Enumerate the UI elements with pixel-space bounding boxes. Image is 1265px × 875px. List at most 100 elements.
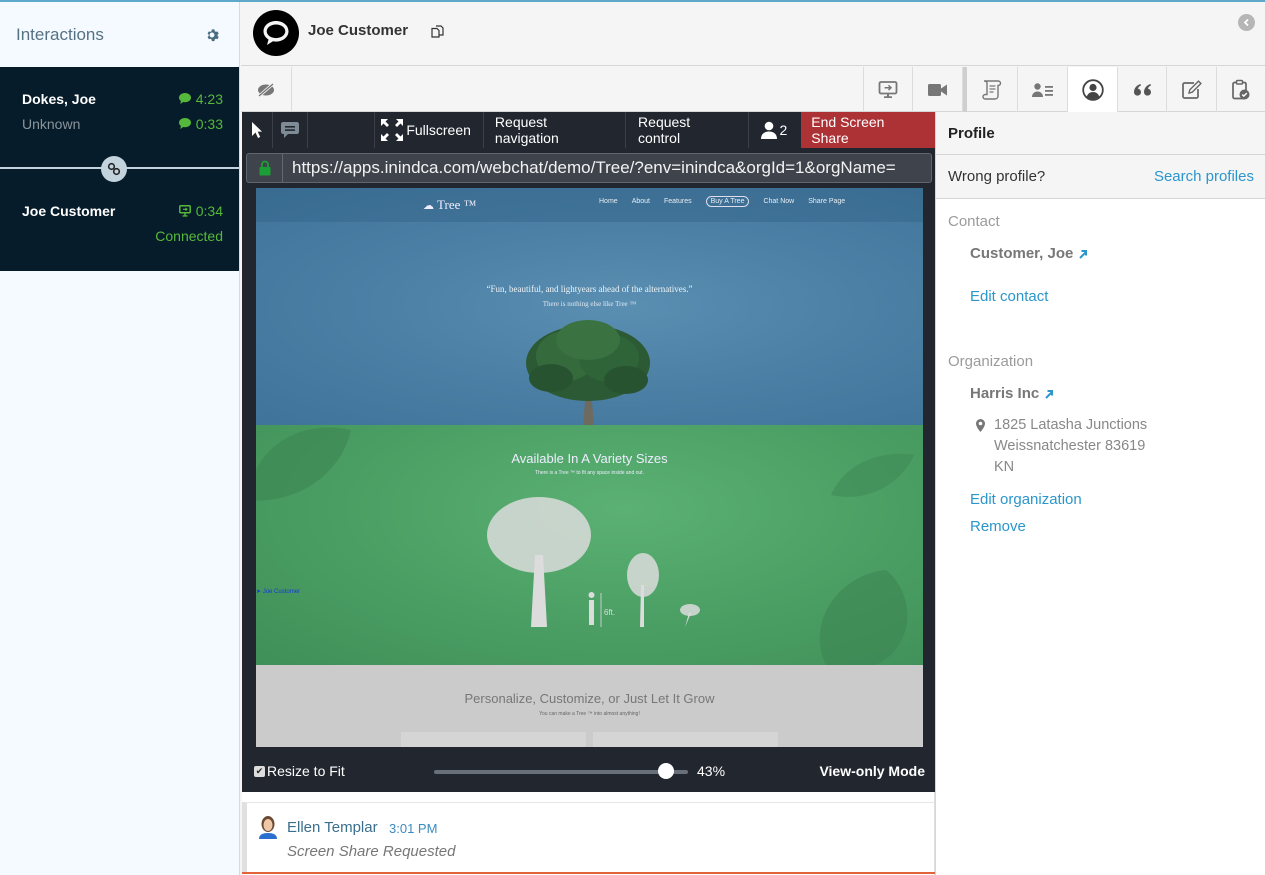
screen-share-button[interactable] — [863, 67, 913, 112]
link-icon[interactable] — [101, 156, 127, 182]
gear-icon[interactable] — [205, 28, 219, 42]
screen-share-footer: ✔ Resize to Fit 43% View-only Mode — [242, 747, 935, 792]
tree-illustration — [526, 320, 650, 428]
url-bar: https://apps.inindca.com/webchat/demo/Tr… — [246, 153, 932, 183]
resize-to-fit-label: Resize to Fit — [267, 763, 345, 779]
remove-organization-link[interactable]: Remove — [970, 518, 1026, 535]
shared-nav-link: Share Page — [808, 198, 846, 205]
shared-page-sizes-section: Available In A Variety Sizes There is a … — [256, 425, 923, 665]
sidebar-title: Interactions — [16, 24, 104, 44]
interaction-item-dokes-joe[interactable]: Dokes, Joe 4:23 Unknown 0:33 — [0, 67, 239, 168]
chevron-left-icon[interactable] — [1238, 14, 1255, 31]
interaction-item-joe-customer[interactable]: Joe Customer 0:34 Connected — [0, 168, 239, 271]
end-screen-share-button[interactable]: End Screen Share — [801, 112, 935, 148]
zoom-slider-handle[interactable] — [658, 763, 675, 779]
script-icon — [982, 79, 1002, 100]
leaf-decoration — [819, 570, 908, 665]
edit-organization-link[interactable]: Edit organization — [970, 491, 1082, 508]
edit-icon — [1181, 79, 1202, 99]
remote-cursor: ➤ Joe Customer — [256, 588, 300, 595]
contact-name-link[interactable]: Customer, Joe — [970, 245, 1088, 262]
address-line: Weissnatchester 83619 — [994, 438, 1146, 454]
profile-panel: Profile Wrong profile? Search profiles C… — [935, 112, 1265, 875]
participants-indicator: 2 — [749, 112, 802, 148]
interaction-group: Dokes, Joe 4:23 Unknown 0:33 Joe Custome… — [0, 67, 240, 271]
remote-cursor-icon: ➤ — [256, 589, 262, 595]
interaction-status: Connected — [155, 227, 223, 244]
shared-sizes-title: Available In A Variety Sizes — [511, 451, 668, 466]
interactions-sidebar: Interactions Dokes, Joe 4:23 Unknown 0:3… — [0, 2, 240, 875]
message-text: Screen Share Requested — [287, 843, 456, 860]
copy-icon[interactable] — [430, 25, 446, 45]
interaction-timer: 0:33 — [178, 115, 223, 132]
organization-address: 1825 Latasha Junctions Weissnatchester 8… — [976, 415, 1147, 478]
clipboard-check-icon — [1232, 79, 1250, 99]
shared-page-logo: ☁ Tree ™ — [423, 197, 476, 213]
shared-page-quote-sub: There is nothing else like Tree ™ — [542, 300, 637, 308]
request-navigation-button[interactable]: Request navigation — [484, 112, 627, 148]
avatar — [259, 816, 277, 839]
zoom-value: 43% — [697, 763, 726, 779]
wrong-profile-row: Wrong profile? Search profiles — [936, 155, 1265, 199]
message-sender[interactable]: Ellen Templar — [287, 819, 378, 836]
checkbox-checked-icon[interactable]: ✔ — [254, 765, 265, 777]
shared-nav-link: Features — [663, 198, 692, 205]
shared-screen-viewport[interactable]: ☁ Tree ™ Home About Features Buy A Tree … — [256, 188, 923, 747]
chat-icon — [280, 122, 299, 138]
zoom-slider-track[interactable] — [434, 770, 688, 774]
fullscreen-button[interactable]: Fullscreen — [375, 112, 484, 148]
shared-page-nav: ☁ Tree ™ Home About Features Buy A Tree … — [256, 188, 923, 222]
screen-share-icon — [178, 204, 191, 217]
profile-title: Profile — [936, 112, 1265, 155]
chat-transcript: Ellen Templar 3:01 PM Screen Share Reque… — [242, 792, 935, 875]
address-line: KN — [994, 459, 1015, 475]
wrap-up-button[interactable] — [1217, 67, 1265, 112]
chat-message: Ellen Templar 3:01 PM Screen Share Reque… — [242, 802, 935, 872]
shared-page-hero: ☁ Tree ™ Home About Features Buy A Tree … — [256, 188, 923, 428]
interaction-time: 0:33 — [195, 115, 223, 132]
profile-icon — [1081, 78, 1104, 101]
request-control-label: Request control — [638, 114, 691, 146]
interaction-time: 4:23 — [195, 90, 223, 107]
chat-toggle-button[interactable] — [273, 112, 308, 148]
profile-button[interactable] — [1068, 67, 1118, 112]
cursor-icon — [251, 122, 262, 138]
organization-section-label: Organization — [948, 353, 1034, 370]
interaction-timer: 0:34 — [178, 203, 223, 219]
shared-personalize-subtitle: You can make a Tree ™ into almost anythi… — [539, 711, 640, 717]
address-line: 1825 Latasha Junctions — [994, 417, 1148, 433]
hide-button[interactable] — [241, 67, 292, 112]
message-time: 3:01 PM — [389, 821, 438, 836]
video-button[interactable] — [913, 67, 963, 112]
edit-contact-link[interactable]: Edit contact — [970, 288, 1048, 305]
organization-name: Harris Inc — [970, 385, 1040, 402]
search-profiles-link[interactable]: Search profiles — [1154, 168, 1254, 185]
lock-icon — [247, 154, 283, 182]
remote-cursor-label: Joe Customer — [262, 589, 301, 595]
contact-list-icon — [1031, 82, 1053, 97]
interaction-toolbar — [241, 67, 1265, 112]
participants-count: 2 — [779, 122, 788, 138]
interaction-subtitle: Unknown — [22, 115, 81, 132]
shared-page-url: https://apps.inindca.com/webchat/demo/Tr… — [292, 158, 896, 177]
interaction-timer: 4:23 — [178, 90, 223, 107]
tree-sizes-illustration: 6ft. — [487, 497, 700, 627]
quote-button[interactable] — [1118, 67, 1167, 112]
pointer-button[interactable] — [242, 112, 273, 148]
wrong-profile-label: Wrong profile? — [948, 168, 1046, 185]
shared-page-personalize-section: Personalize, Customize, or Just Let It G… — [256, 665, 923, 747]
organization-name-link[interactable]: Harris Inc — [970, 385, 1054, 402]
screen-share-toolbar: Fullscreen Request navigation Request co… — [242, 112, 935, 148]
edit-button[interactable] — [1167, 67, 1217, 112]
request-control-button[interactable]: Request control — [626, 112, 749, 148]
contact-list-button[interactable] — [1018, 67, 1068, 112]
customer-name: Joe Customer — [308, 22, 409, 39]
external-link-icon — [1079, 249, 1088, 259]
shared-nav-link: Chat Now — [763, 198, 795, 205]
script-button[interactable] — [967, 67, 1018, 112]
resize-to-fit-checkbox[interactable]: ✔ Resize to Fit — [254, 763, 345, 779]
shared-page-logo-text: Tree ™ — [437, 197, 477, 212]
tree-logo-icon: ☁ — [423, 200, 434, 212]
shared-nav-link: About — [631, 198, 650, 205]
user-icon — [760, 121, 777, 139]
